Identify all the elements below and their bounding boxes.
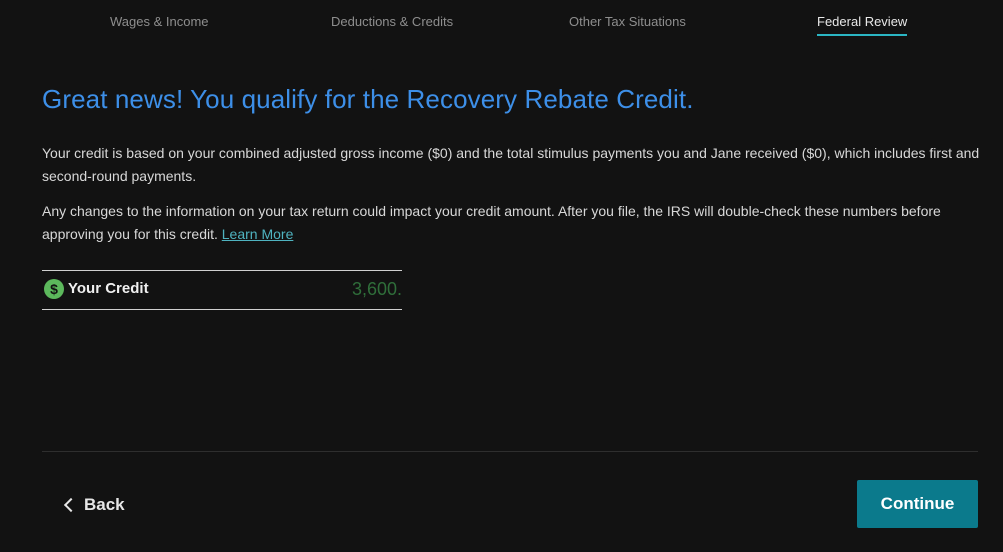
dollar-icon: $: [44, 279, 64, 299]
page: Wages & Income Deductions & Credits Othe…: [0, 0, 1003, 552]
credit-amount: 3,600.: [351, 279, 402, 299]
tab-deductions-credits[interactable]: Deductions & Credits: [331, 14, 453, 29]
credit-label: Your Credit: [68, 280, 149, 297]
continue-button[interactable]: Continue: [857, 480, 978, 528]
chevron-left-icon: [63, 497, 79, 513]
irs-notice-text: Any changes to the information on your t…: [42, 200, 982, 246]
back-button[interactable]: Back: [62, 495, 125, 515]
tab-label: Federal Review: [817, 14, 908, 29]
irs-notice-body: Any changes to the information on your t…: [42, 203, 941, 242]
tab-federal-review[interactable]: Federal Review: [817, 14, 908, 36]
learn-more-link[interactable]: Learn More: [222, 226, 294, 242]
tab-label: Deductions & Credits: [331, 14, 454, 29]
back-label: Back: [84, 495, 125, 514]
tab-label: Other Tax Situations: [569, 14, 686, 29]
active-tab-indicator: [817, 34, 908, 36]
tab-wages-income[interactable]: Wages & Income: [110, 14, 209, 29]
page-title: Great news! You qualify for the Recovery…: [42, 84, 694, 114]
tab-label: Wages & Income: [110, 14, 209, 29]
credit-explanation-text: Your credit is based on your combined ad…: [42, 145, 980, 184]
tab-other-tax-situations[interactable]: Other Tax Situations: [569, 14, 686, 29]
footer-divider: [42, 451, 978, 452]
credit-summary-row: $ Your Credit 3,600.: [42, 270, 402, 310]
